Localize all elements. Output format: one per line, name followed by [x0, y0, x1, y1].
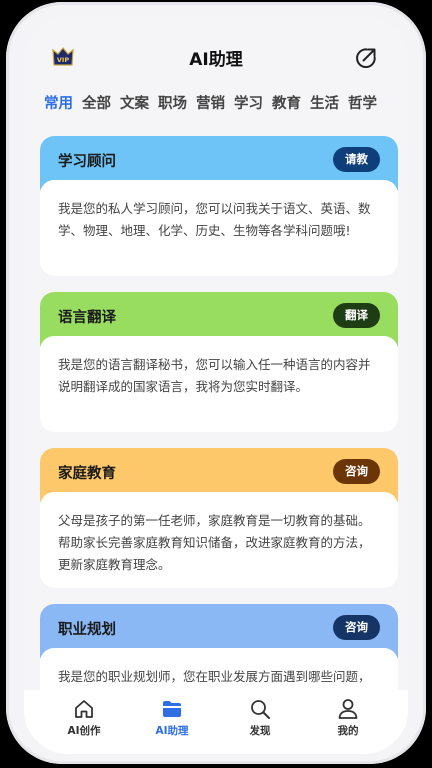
- app-header: VIP AI助理: [24, 16, 408, 96]
- app-screen: VIP AI助理 常用 全部 文案 职场 营销 学习 教育 生活 哲学 学习顾问 请教我是您的私人…: [24, 16, 408, 754]
- nav-item-0[interactable]: AI创作: [54, 698, 114, 754]
- phone-frame: VIP AI助理 常用 全部 文案 职场 营销 学习 教育 生活 哲学 学习顾问 请教我是您的私人…: [6, 2, 426, 764]
- card-title: 家庭教育: [58, 466, 116, 482]
- assistant-card-list: 学习顾问 请教我是您的私人学习顾问，您可以问我关于语文、英语、数学、物理、地理、化…: [40, 136, 398, 690]
- card-title: 语言翻译: [58, 310, 116, 326]
- page-title: AI助理: [189, 50, 243, 70]
- tab-7[interactable]: 生活: [310, 94, 339, 122]
- card-action-button[interactable]: 咨询: [333, 615, 380, 640]
- folder-icon: [163, 701, 181, 717]
- card-description: 我是您的职业规划师，您在职业发展方面遇到哪些问题，我帮您分析规划!: [40, 648, 398, 690]
- card-title: 职业规划: [58, 622, 116, 638]
- tab-8[interactable]: 哲学: [348, 94, 377, 122]
- nav-item-1[interactable]: AI助理: [142, 698, 202, 754]
- tab-5[interactable]: 学习: [234, 94, 263, 122]
- share-icon[interactable]: [355, 47, 377, 69]
- tab-6[interactable]: 教育: [272, 94, 301, 122]
- nav-label: 我的: [337, 725, 359, 737]
- assistant-card[interactable]: 学习顾问 请教我是您的私人学习顾问，您可以问我关于语文、英语、数学、物理、地理、化…: [40, 136, 398, 276]
- assistant-card[interactable]: 语言翻译 翻译我是您的语言翻译秘书，您可以输入任一种语言的内容并说明翻译成的国家语…: [40, 292, 398, 432]
- tab-1[interactable]: 全部: [82, 94, 111, 122]
- profile-icon: [338, 699, 358, 719]
- card-description: 父母是孩子的第一任老师，家庭教育是一切教育的基础。帮助家长完善家庭教育知识储备，…: [40, 492, 398, 588]
- card-action-button[interactable]: 请教: [333, 147, 380, 172]
- nav-item-3[interactable]: 我的: [318, 698, 378, 754]
- bottom-nav: AI创作 AI助理 发现 我的: [24, 690, 408, 754]
- card-action-button[interactable]: 翻译: [333, 303, 380, 328]
- nav-label: AI创作: [67, 725, 101, 737]
- card-description: 我是您的私人学习顾问，您可以问我关于语文、英语、数学、物理、地理、化学、历史、生…: [40, 180, 398, 276]
- tab-4[interactable]: 营销: [196, 94, 225, 122]
- category-tabs: 常用 全部 文案 职场 营销 学习 教育 生活 哲学: [44, 94, 408, 122]
- tab-0[interactable]: 常用: [44, 94, 73, 122]
- card-action-button[interactable]: 咨询: [333, 459, 380, 484]
- search-icon: [251, 700, 270, 719]
- assistant-card[interactable]: 职业规划 咨询我是您的职业规划师，您在职业发展方面遇到哪些问题，我帮您分析规划!: [40, 604, 398, 690]
- assistant-card[interactable]: 家庭教育 咨询父母是孩子的第一任老师，家庭教育是一切教育的基础。帮助家长完善家庭教…: [40, 448, 398, 588]
- card-title: 学习顾问: [58, 154, 116, 170]
- tab-3[interactable]: 职场: [158, 94, 187, 122]
- card-description: 我是您的语言翻译秘书，您可以输入任一种语言的内容并说明翻译成的国家语言，我将为您…: [40, 336, 398, 432]
- nav-label: 发现: [249, 725, 271, 737]
- home-icon: [75, 700, 93, 718]
- nav-item-2[interactable]: 发现: [230, 698, 290, 754]
- nav-label: AI助理: [155, 725, 189, 737]
- tab-2[interactable]: 文案: [120, 94, 149, 122]
